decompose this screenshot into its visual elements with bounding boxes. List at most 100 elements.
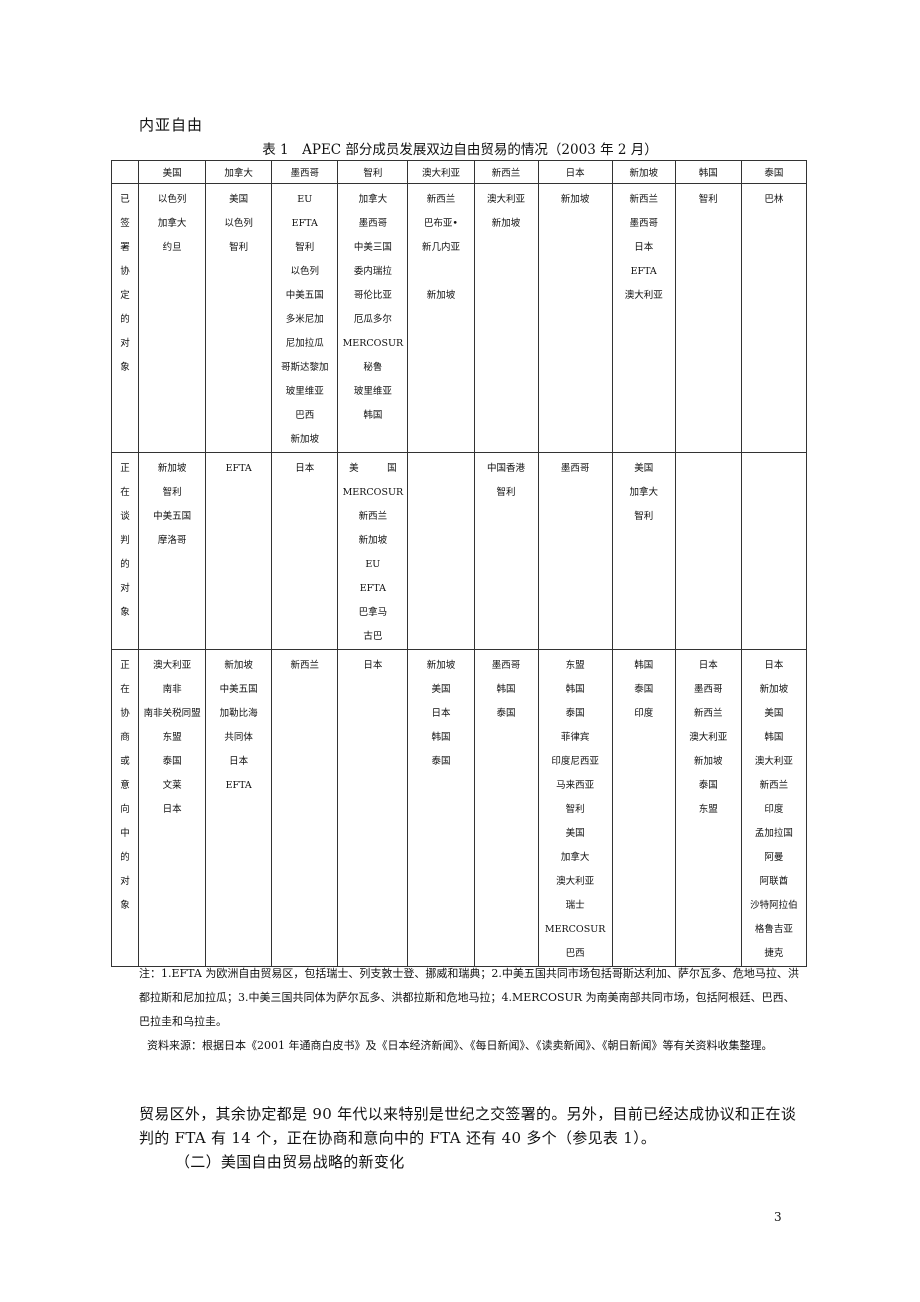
partner-entry: EFTA bbox=[630, 266, 657, 277]
partner-entry: 美国 bbox=[634, 463, 654, 474]
partner-entry: 玻里维亚 bbox=[353, 386, 392, 397]
partner-entry: 新西兰 bbox=[290, 660, 320, 671]
partner-entry: 委内瑞拉 bbox=[353, 266, 392, 277]
partner-entry: 新加坡 bbox=[491, 218, 521, 229]
column-header: 墨西哥 bbox=[271, 160, 339, 184]
table-cell: 东盟 韩国 泰国 菲律宾 印度尼西亚 马来西亚 智利 美国 加拿大 澳大利亚 瑞士 MERCOSUR 巴… bbox=[537, 649, 613, 967]
partner-entry: 新西兰 bbox=[358, 511, 388, 522]
table-cell bbox=[674, 452, 742, 650]
row-header-char: 定 bbox=[120, 290, 130, 301]
partner-entry: 东盟 bbox=[698, 804, 718, 815]
partner-entry: 澳大利亚 bbox=[624, 290, 663, 301]
partner-entry: 巴林 bbox=[764, 194, 784, 205]
row-header-char: 协 bbox=[120, 708, 130, 719]
partner-entry: 美国 bbox=[764, 708, 784, 719]
row-header-char: 商 bbox=[120, 732, 130, 743]
row-header-char: 中 bbox=[120, 828, 130, 839]
fta-table: 美国 加拿大 墨西哥 智利 澳大利亚 新西兰 日本 新加坡 韩国 泰国 已签署协定的对象以色列 加拿… bbox=[110, 160, 808, 967]
partner-entry: 阿曼 bbox=[764, 852, 784, 863]
partner-entry: 新几内亚 bbox=[421, 242, 460, 253]
partner-entry: 泰国 bbox=[496, 708, 516, 719]
row-header-char: 向 bbox=[120, 804, 130, 815]
partner-entry: MERCOSUR bbox=[342, 487, 404, 498]
row-header-char: 协 bbox=[120, 266, 130, 277]
partner-entry: 以色列 bbox=[157, 194, 187, 205]
table-header-row: 美国 加拿大 墨西哥 智利 澳大利亚 新西兰 日本 新加坡 韩国 泰国 bbox=[110, 160, 808, 184]
partner-entry: 日本 bbox=[764, 660, 784, 671]
partner-entry: 新加坡 bbox=[290, 434, 320, 445]
table-cell: 墨西哥 bbox=[537, 452, 613, 650]
partner-entry: 古巴 bbox=[363, 631, 383, 642]
partner-entry: 日本 bbox=[162, 804, 182, 815]
partner-entry bbox=[408, 260, 473, 284]
table-cell: 新加坡 bbox=[537, 183, 613, 453]
table-cell: 加拿大 墨西哥 中美三国 委内瑞拉 哥伦比亚 厄瓜多尔 MERCOSUR 秘鲁 玻里维亚 韩国 bbox=[337, 183, 409, 453]
column-header: 美国 bbox=[138, 160, 207, 184]
partner-entry: 瑞士 bbox=[565, 900, 585, 911]
partner-entry: 中美五国 bbox=[153, 511, 192, 522]
row-header-char: 对 bbox=[120, 583, 130, 594]
column-header: 新西兰 bbox=[473, 160, 539, 184]
corner-cell bbox=[110, 160, 140, 184]
table-cell: 日本 墨西哥 新西兰 澳大利亚 新加坡 泰国 东盟 bbox=[674, 649, 742, 967]
partner-entry: 智利 bbox=[295, 242, 315, 253]
partner-entry: 新加坡 bbox=[560, 194, 590, 205]
partner-entry: 以色列 bbox=[224, 218, 253, 229]
partner-entry: 东盟 bbox=[565, 660, 585, 671]
partner-entry: 约旦 bbox=[162, 242, 182, 253]
partner-entry: 巴拿马 bbox=[358, 607, 388, 618]
table-notes: 注：1.EFTA 为欧洲自由贸易区，包括瑞士、列支敦士登、挪威和瑞典；2.中美五… bbox=[139, 962, 799, 1058]
table-cell: 中国香港 智利 bbox=[473, 452, 539, 650]
table-cell: 新加坡 美国 日本 韩国 泰国 bbox=[407, 649, 475, 967]
partner-entry: 秘鲁 bbox=[363, 362, 383, 373]
partner-entry: 印度 bbox=[634, 708, 654, 719]
table-cell: 新西兰 巴布亚• 新几内亚 新加坡 bbox=[407, 183, 475, 453]
partner-entry: 墨西哥 bbox=[629, 218, 658, 229]
row-header-char: 的 bbox=[120, 314, 130, 325]
partner-entry: 共同体 bbox=[224, 732, 253, 743]
column-header: 韩国 bbox=[674, 160, 742, 184]
column-header: 澳大利亚 bbox=[407, 160, 475, 184]
row-header-char: 的 bbox=[120, 852, 130, 863]
partner-entry: 韩国 bbox=[565, 684, 585, 695]
row-header: 已签署协定的对象 bbox=[110, 183, 140, 453]
row-header-char: 判 bbox=[120, 535, 130, 546]
partner-entry: 中美五国 bbox=[285, 290, 324, 301]
column-header: 智利 bbox=[337, 160, 409, 184]
source-text: 资料来源：根据日本《2001 年通商白皮书》及《日本经济新闻》、《每日新闻》、《… bbox=[147, 1039, 773, 1052]
partner-entry: 文莱 bbox=[162, 780, 182, 791]
partner-entry: 菲律宾 bbox=[560, 732, 590, 743]
partner-entry: 泰国 bbox=[565, 708, 585, 719]
partner-entry: 韩国 bbox=[496, 684, 516, 695]
partner-entry: 智利 bbox=[229, 242, 249, 253]
row-header-char: 象 bbox=[120, 900, 130, 911]
partner-entry: 墨西哥 bbox=[560, 463, 590, 474]
partner-entry: 印度尼西亚 bbox=[551, 756, 599, 767]
row-header-char: 意 bbox=[120, 780, 130, 791]
partner-entry: 加拿大 bbox=[358, 194, 388, 205]
partner-entry: 南非关税同盟 bbox=[143, 708, 201, 719]
partner-entry: 韩国 bbox=[431, 732, 451, 743]
partner-entry: 新加坡 bbox=[224, 660, 253, 671]
row-header-char: 在 bbox=[120, 684, 130, 695]
partner-entry: EFTA bbox=[359, 583, 386, 594]
partner-entry: 墨西哥 bbox=[694, 684, 723, 695]
partner-entry: 中美五国 bbox=[219, 684, 258, 695]
partner-entry: 新西兰 bbox=[694, 708, 723, 719]
row-header-char: 对 bbox=[120, 876, 130, 887]
partner-entry: EFTA bbox=[225, 780, 252, 791]
table-cell: 美 国 MERCOSUR 新西兰 新加坡 EU EFTA 巴拿马 古巴 bbox=[337, 452, 409, 650]
table-row: 已签署协定的对象以色列 加拿大 约旦 美国 以色列 智利 EU EFTA 智利 以色列 中美五国 多米… bbox=[110, 183, 808, 453]
table-cell: 美国 加拿大 智利 bbox=[611, 452, 676, 650]
partner-entry: 泰国 bbox=[162, 756, 182, 767]
page-number: 3 bbox=[774, 1210, 782, 1224]
partner-entry: 加拿大 bbox=[560, 852, 590, 863]
table-cell: 新加坡 中美五国 加勒比海 共同体 日本 EFTA bbox=[205, 649, 273, 967]
table-cell: 澳大利亚 新加坡 bbox=[473, 183, 539, 453]
partner-entry: 新西兰 bbox=[759, 780, 789, 791]
partner-entry: 智利 bbox=[162, 487, 182, 498]
partner-entry: 日本 bbox=[229, 756, 249, 767]
partner-entry: 美国 bbox=[431, 684, 451, 695]
table-caption: 表 1 APEC 部分成员发展双边自由贸易的情况（2003 年 2 月） bbox=[262, 142, 658, 158]
partner-entry: 新加坡 bbox=[426, 660, 456, 671]
